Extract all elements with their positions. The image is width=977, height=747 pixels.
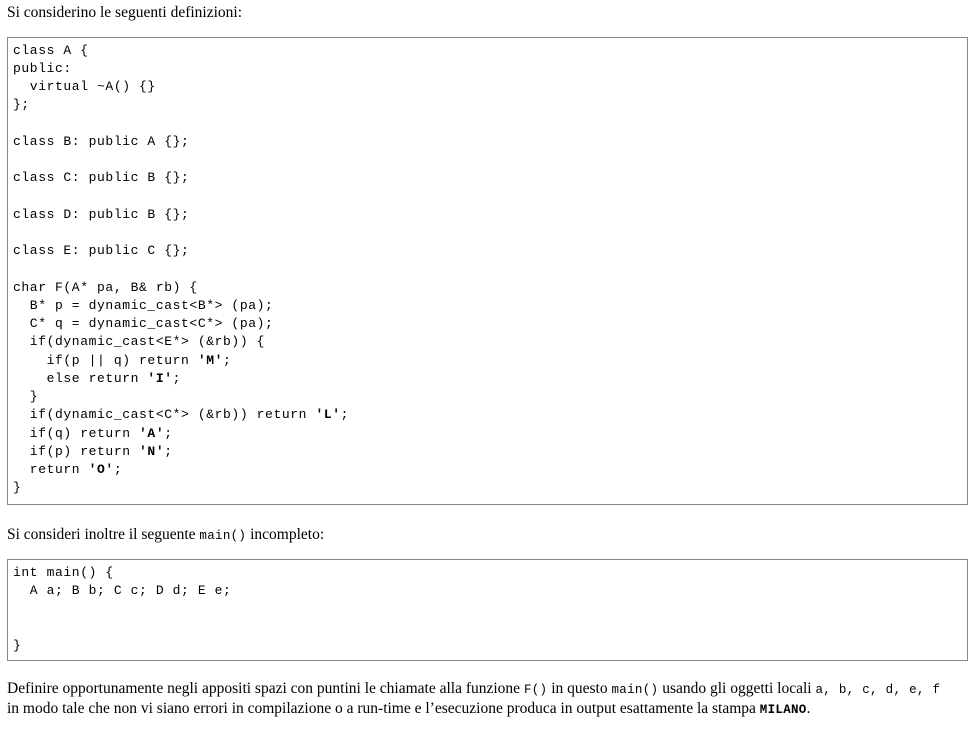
code-line: class A { [13, 43, 89, 58]
char-literal: 'A' [139, 426, 165, 441]
char-literal: 'O' [88, 462, 114, 477]
code-line: class D: public B {}; [13, 207, 190, 222]
output-word: MILANO [759, 703, 807, 717]
char-literal: 'I' [147, 371, 173, 386]
code-line: if(dynamic_cast<E*> (&rb)) { [13, 334, 266, 349]
task-text: usando gli oggetti locali [658, 680, 816, 697]
code-line: } [13, 480, 22, 495]
main-intro-code: main() [199, 529, 247, 543]
code-line: class E: public C {}; [13, 243, 190, 258]
task-text: . [806, 700, 811, 717]
main-intro-before: Si consideri inoltre il seguente [7, 526, 200, 543]
code-line: return 'O'; [13, 462, 123, 477]
code-line: if(p) return 'N'; [13, 444, 173, 459]
definitions-code-block: class A { public: virtual ~A() {} }; cla… [7, 37, 968, 505]
code-line: class C: public B {}; [13, 170, 190, 185]
char-literal: 'N' [139, 444, 165, 459]
code-line: C* q = dynamic_cast<C*> (pa); [13, 316, 274, 331]
code-line: int main() { [13, 565, 114, 580]
code-line: }; [13, 97, 30, 112]
code-line: } [13, 389, 39, 404]
code-line: B* p = dynamic_cast<B*> (pa); [13, 298, 274, 313]
code-line: } [13, 638, 22, 653]
code-line: if(p || q) return 'M'; [13, 353, 232, 368]
code-line: class B: public A {}; [13, 134, 190, 149]
code-line: public: [13, 61, 72, 76]
code-line: A a; B b; C c; D d; E e; [13, 583, 232, 598]
task-code-main: main() [611, 683, 659, 697]
code-line: char F(A* pa, B& rb) { [13, 280, 198, 295]
main-intro-after: incompleto: [246, 526, 325, 543]
task-text: in modo tale che non vi siano errori in … [7, 700, 760, 717]
task-code-f: F() [523, 683, 548, 697]
task-line-2: in modo tale che non vi siano errori in … [7, 699, 810, 720]
code-line: if(q) return 'A'; [13, 426, 173, 441]
code-line: virtual ~A() {} [13, 79, 156, 94]
main-code-block: int main() { A a; B b; C c; D d; E e; } [7, 559, 968, 661]
main-intro-text: Si consideri inoltre il seguente main() … [7, 525, 324, 546]
char-literal: 'M' [197, 353, 224, 368]
task-text: in questo [547, 680, 612, 697]
code-line: if(dynamic_cast<C*> (&rb)) return 'L'; [13, 407, 350, 422]
intro-text: Si considerino le seguenti definizioni: [7, 4, 243, 21]
task-text: Definire opportunamente negli appositi s… [7, 680, 524, 697]
code-line: else return 'I'; [13, 371, 182, 386]
char-literal: 'L' [315, 407, 341, 422]
task-line-1: Definire opportunamente negli appositi s… [7, 679, 940, 700]
task-objects: a, b, c, d, e, f [815, 683, 941, 697]
